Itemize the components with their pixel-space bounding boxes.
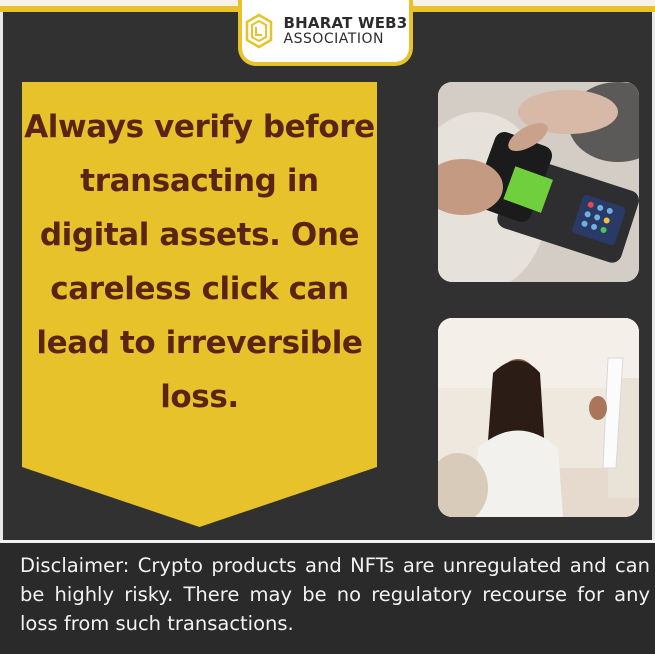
headline-text: Always verify before transacting in digi… — [24, 109, 375, 415]
bharat-web3-logo-icon — [244, 13, 274, 49]
brand-name: BHARAT WEB3 ASSOCIATION — [283, 13, 408, 47]
payment-terminal-photo — [438, 82, 639, 282]
brand-badge: BHARAT WEB3 ASSOCIATION — [238, 0, 413, 66]
left-border — [0, 12, 3, 542]
woman-reading-receipt-photo — [438, 318, 639, 517]
headline-banner: Always verify before transacting in digi… — [22, 82, 377, 527]
brand-name-line1: BHARAT WEB3 — [283, 13, 408, 32]
poster: BHARAT WEB3 ASSOCIATION Always verify be… — [0, 0, 655, 654]
brand-name-line2: ASSOCIATION — [283, 30, 384, 47]
disclaimer-text: Disclaimer: Crypto products and NFTs are… — [20, 554, 650, 635]
